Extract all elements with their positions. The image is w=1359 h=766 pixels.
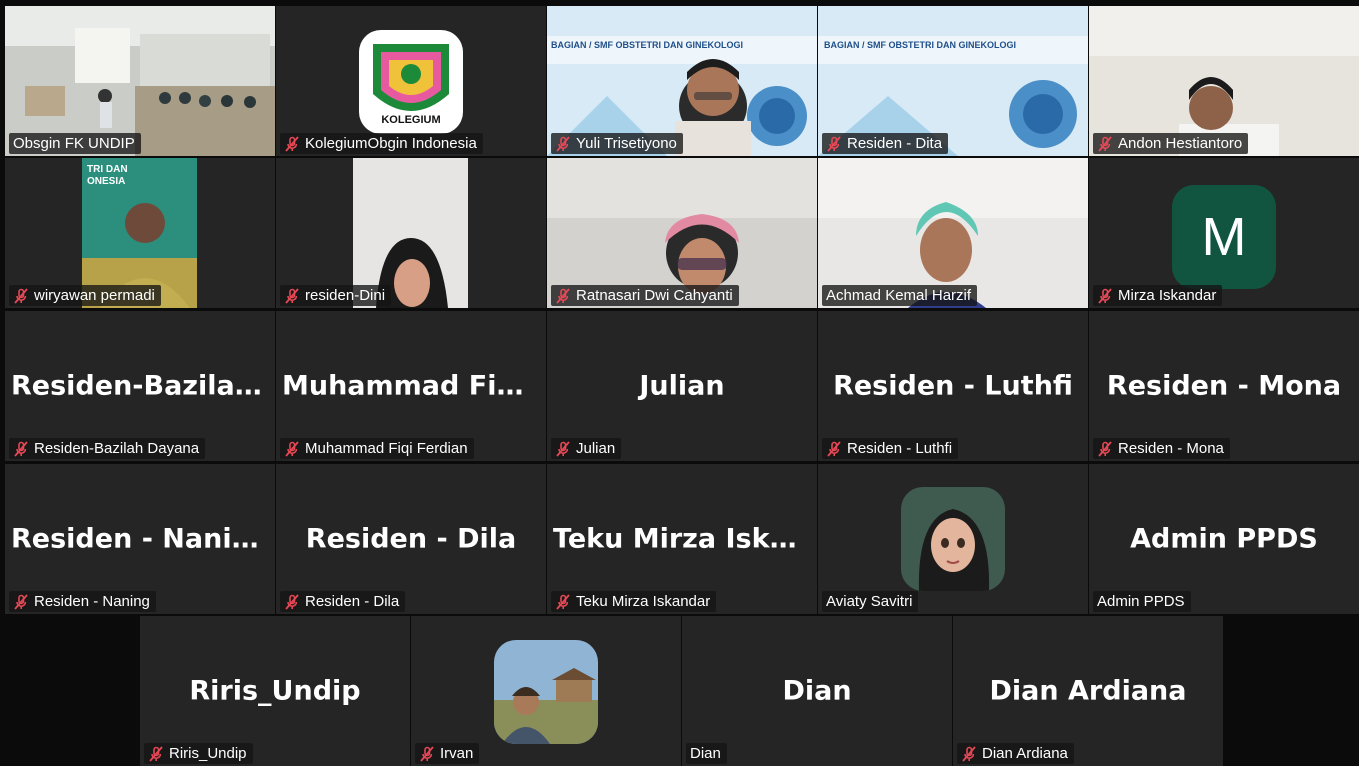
video-tile[interactable]: BAGIAN / SMF OBSTETRI DAN GINEKOLOGI Yul…: [547, 6, 817, 156]
video-tile[interactable]: Residen - Naning Residen - Naning: [5, 464, 275, 614]
participant-name-label: residen-Dini: [280, 285, 392, 306]
participant-display-name: Residen - Dila: [305, 523, 517, 555]
mic-off-icon: [284, 136, 300, 152]
video-tile[interactable]: residen-Dini: [276, 158, 546, 308]
participant-name-label: Residen - Naning: [9, 591, 156, 612]
participant-name-label: Admin PPDS: [1093, 591, 1191, 612]
video-tile[interactable]: TRI DAN ONESIA wiryawan permadi: [5, 158, 275, 308]
participant-display-name: Residen - Naning: [11, 523, 271, 555]
mic-off-icon: [419, 746, 435, 762]
mic-off-icon: [1097, 441, 1113, 457]
video-tile[interactable]: Dian Dian: [682, 616, 952, 766]
video-tile[interactable]: Irvan: [411, 616, 681, 766]
video-tile[interactable]: Julian Julian: [547, 311, 817, 461]
video-tile[interactable]: Aviaty Savitri: [818, 464, 1088, 614]
participant-display-name: Julian: [639, 370, 725, 402]
mic-off-icon: [961, 746, 977, 762]
video-tile-active-speaker[interactable]: Achmad Kemal Harzif: [818, 158, 1088, 308]
mic-off-icon: [555, 136, 571, 152]
video-tile[interactable]: Muhammad Fiqi... Muhammad Fiqi Ferdian: [276, 311, 546, 461]
participant-name-label: Ratnasari Dwi Cahyanti: [551, 285, 739, 306]
mic-off-icon: [555, 594, 571, 610]
video-tile[interactable]: Obsgin FK UNDIP: [5, 6, 275, 156]
avatar: [494, 640, 598, 744]
participant-display-name: Teku Mirza Iska...: [553, 523, 817, 555]
video-tile[interactable]: KOLEGIUM KolegiumObgin Indonesia: [276, 6, 546, 156]
participant-name-label: Muhammad Fiqi Ferdian: [280, 438, 474, 459]
video-tile[interactable]: BAGIAN / SMF OBSTETRI DAN GINEKOLOGI Res…: [818, 6, 1088, 156]
participant-name-label: Teku Mirza Iskandar: [551, 591, 717, 612]
participant-name-label: KolegiumObgin Indonesia: [280, 133, 483, 154]
banner-title: BAGIAN / SMF OBSTETRI DAN GINEKOLOGI: [551, 40, 744, 50]
participant-name-label: Andon Hestiantoro: [1093, 133, 1249, 154]
video-tile[interactable]: M Mirza Iskandar: [1089, 158, 1359, 308]
participant-display-name: Muhammad Fiqi...: [282, 370, 546, 402]
avatar: [901, 487, 1005, 591]
participant-name-label: wiryawan permadi: [9, 285, 161, 306]
video-tile[interactable]: Ratnasari Dwi Cahyanti: [547, 158, 817, 308]
logo-text: KOLEGIUM: [381, 114, 441, 126]
mic-off-icon: [555, 288, 571, 304]
participant-name-label: Julian: [551, 438, 622, 459]
participant-name-label: Achmad Kemal Harzif: [822, 285, 978, 306]
mic-off-icon: [148, 746, 164, 762]
video-tile[interactable]: Admin PPDS Admin PPDS: [1089, 464, 1359, 614]
avatar: M: [1172, 185, 1276, 289]
mic-off-icon: [284, 441, 300, 457]
mic-off-icon: [284, 288, 300, 304]
video-tile[interactable]: Residen - Mona Residen - Mona: [1089, 311, 1359, 461]
mic-off-icon: [1097, 288, 1113, 304]
participant-name-label: Aviaty Savitri: [822, 591, 919, 612]
participant-name-label: Mirza Iskandar: [1093, 285, 1223, 306]
participant-display-name: Residen - Mona: [1106, 370, 1342, 402]
mic-off-icon: [826, 441, 842, 457]
participant-display-name: Dian Ardiana: [989, 675, 1187, 707]
mic-off-icon: [13, 594, 29, 610]
participant-name-label: Dian Ardiana: [957, 743, 1074, 764]
mic-off-icon: [826, 136, 842, 152]
video-tile[interactable]: Residen-Bazilah... Residen-Bazilah Dayan…: [5, 311, 275, 461]
participant-name-label: Yuli Trisetiyono: [551, 133, 683, 154]
participant-display-name: Residen-Bazilah...: [11, 370, 275, 402]
video-tile[interactable]: Residen - Dila Residen - Dila: [276, 464, 546, 614]
participant-name-label: Dian: [686, 743, 727, 764]
participant-display-name: Admin PPDS: [1130, 523, 1318, 555]
participant-name-label: Residen - Luthfi: [822, 438, 959, 459]
participant-name-label: Residen-Bazilah Dayana: [9, 438, 206, 459]
mic-off-icon: [13, 288, 29, 304]
mic-off-icon: [1097, 136, 1113, 152]
mic-off-icon: [13, 441, 29, 457]
background-text: TRI DAN ONESIA: [87, 164, 128, 187]
banner-title: BAGIAN / SMF OBSTETRI DAN GINEKOLOGI: [824, 40, 1017, 50]
participant-name-label: Residen - Dita: [822, 133, 949, 154]
kolegium-logo: KOLEGIUM: [359, 30, 463, 134]
video-tile[interactable]: Teku Mirza Iska... Teku Mirza Iskandar: [547, 464, 817, 614]
participant-name-label: Riris_Undip: [144, 743, 253, 764]
participant-name-label: Residen - Dila: [280, 591, 406, 612]
mic-off-icon: [555, 441, 571, 457]
participant-display-name: Residen - Luthfi: [833, 370, 1073, 402]
participant-name-label: Obsgin FK UNDIP: [9, 133, 141, 154]
video-tile[interactable]: Andon Hestiantoro: [1089, 6, 1359, 156]
video-tile[interactable]: Riris_Undip Riris_Undip: [140, 616, 410, 766]
video-tile[interactable]: Dian Ardiana Dian Ardiana: [953, 616, 1223, 766]
mic-off-icon: [284, 594, 300, 610]
video-tile[interactable]: Residen - Luthfi Residen - Luthfi: [818, 311, 1088, 461]
participant-name-label: Irvan: [415, 743, 480, 764]
participant-name-label: Residen - Mona: [1093, 438, 1230, 459]
participant-display-name: Riris_Undip: [189, 675, 361, 707]
participant-display-name: Dian: [782, 675, 852, 707]
